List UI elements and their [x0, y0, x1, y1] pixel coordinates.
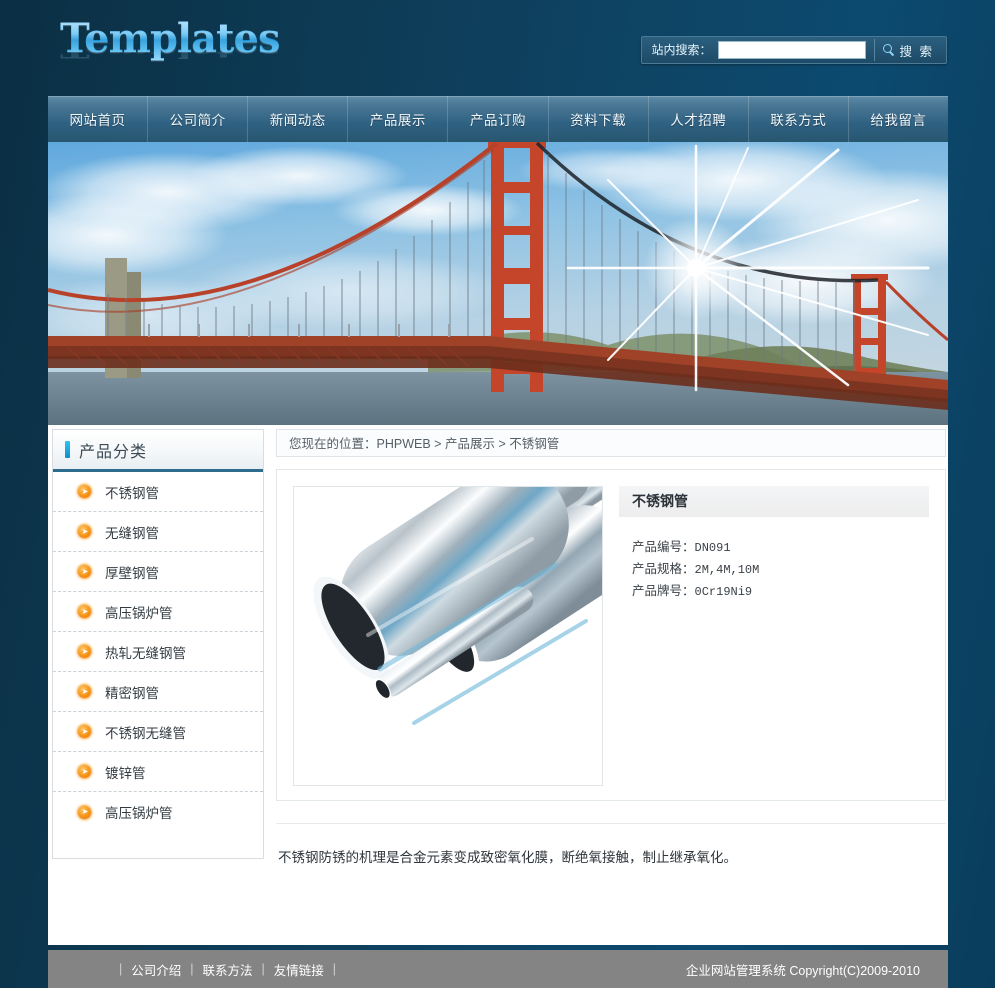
product-field-code-label: 产品编号：: [632, 540, 695, 554]
sidebar-item-thick-wall-pipe[interactable]: ➤ 厚壁钢管: [53, 552, 263, 592]
arrow-bullet-icon: ➤: [75, 562, 94, 581]
nav-item-news[interactable]: 新闻动态: [248, 96, 349, 142]
sidebar-item-label: 高压锅炉管: [105, 605, 173, 621]
sidebar-item-label: 厚壁钢管: [105, 565, 159, 581]
breadcrumb-sep-1: >: [430, 437, 445, 451]
sidebar-item-galvanized-pipe[interactable]: ➤ 镀锌管: [53, 752, 263, 792]
sidebar-item-label: 不锈钢无缝管: [105, 725, 186, 741]
breadcrumb-prefix: 您现在的位置：: [289, 437, 377, 451]
product-title: 不锈钢管: [619, 486, 929, 517]
sidebar-item-label: 镀锌管: [105, 765, 146, 781]
arrow-bullet-icon: ➤: [75, 762, 94, 781]
nav-item-products[interactable]: 产品展示: [348, 96, 449, 142]
arrow-bullet-icon: ➤: [75, 802, 94, 822]
sidebar-item-label: 不锈钢管: [105, 485, 159, 501]
footer-sep-0: |: [119, 962, 123, 976]
footer-link-friendly[interactable]: 友情链接: [274, 960, 324, 979]
sidebar-filler: [53, 832, 263, 858]
sidebar-item-high-pressure-boiler-pipe-2[interactable]: ➤ 高压锅炉管: [53, 792, 263, 832]
product-field-list: 产品编号：DN091 产品规格：2M,4M,10M 产品牌号：0Cr19Ni9: [619, 537, 929, 603]
search-button-label: 搜 索: [899, 44, 934, 59]
footer-sep-3: |: [332, 962, 337, 976]
arrow-bullet-icon: ➤: [75, 642, 94, 661]
search-label: 站内搜索：: [651, 43, 712, 57]
arrow-bullet-icon: ➤: [75, 682, 94, 701]
search-input[interactable]: [717, 41, 866, 59]
nav-item-about[interactable]: 公司简介: [148, 96, 249, 142]
page-root: Templates Templates 站内搜索： 搜 索 网站首页 公司简介 …: [0, 0, 995, 988]
sidebar-item-label: 高压锅炉管: [105, 806, 173, 821]
footer-link-contact[interactable]: 联系方法: [203, 960, 253, 979]
product-field-grade-label: 产品牌号：: [632, 584, 695, 598]
nav-item-message[interactable]: 给我留言: [849, 96, 948, 142]
copyright-text: 企业网站管理系统 Copyright(C)2009-2010: [685, 963, 920, 978]
product-description: 不锈钢防锈的机理是合金元素变成致密氧化膜，断绝氧接触，制止继承氧化。: [278, 850, 737, 865]
arrow-bullet-icon: ➤: [75, 482, 94, 501]
sidebar-item-label: 无缝钢管: [105, 525, 159, 541]
product-category-sidebar: 产品分类 ➤ 不锈钢管 ➤ 无缝钢管 ➤ 厚壁钢管 ➤ 高压锅炉管 ➤ 热轧无缝…: [52, 429, 264, 859]
footer-links: | 公司介绍 | 联系方法 | 友情链接 |: [110, 960, 345, 979]
product-info: 不锈钢管 产品编号：DN091 产品规格：2M,4M,10M 产品牌号：0Cr1…: [619, 486, 929, 603]
footer-sep-2: |: [261, 962, 265, 976]
product-field-spec: 产品规格：2M,4M,10M: [632, 559, 929, 581]
breadcrumb-sep-2: >: [494, 437, 510, 451]
product-field-code: 产品编号：DN091: [632, 537, 929, 559]
footer-sep-1: |: [190, 962, 194, 976]
product-field-spec-value: 2M,4M,10M: [694, 563, 760, 577]
content-area: 产品分类 ➤ 不锈钢管 ➤ 无缝钢管 ➤ 厚壁钢管 ➤ 高压锅炉管 ➤ 热轧无缝…: [48, 425, 948, 945]
product-field-grade: 产品牌号：0Cr19Ni9: [632, 581, 929, 603]
product-detail-card: 不锈钢管 产品编号：DN091 产品规格：2M,4M,10M 产品牌号：0Cr1…: [276, 469, 946, 801]
sidebar-item-seamless-steel-pipe[interactable]: ➤ 无缝钢管: [53, 512, 263, 552]
product-field-spec-label: 产品规格：: [632, 562, 695, 576]
sidebar-item-stainless-steel-pipe[interactable]: ➤ 不锈钢管: [53, 472, 263, 512]
site-footer: | 公司介绍 | 联系方法 | 友情链接 | 企业网站管理系统 Copyrigh…: [48, 950, 948, 988]
product-image: [293, 486, 603, 786]
category-list: ➤ 不锈钢管 ➤ 无缝钢管 ➤ 厚壁钢管 ➤ 高压锅炉管 ➤ 热轧无缝钢管 ➤ …: [53, 472, 263, 832]
nav-item-home[interactable]: 网站首页: [48, 96, 149, 142]
footer-link-about[interactable]: 公司介绍: [131, 960, 181, 979]
search-divider: [873, 39, 875, 61]
site-header: Templates Templates 站内搜索： 搜 索: [0, 0, 995, 95]
breadcrumb: 您现在的位置：PHPWEB > 产品展示 > 不锈钢管: [276, 429, 946, 457]
logo-reflection: Templates: [60, 36, 360, 62]
nav-item-jobs[interactable]: 人才招聘: [649, 96, 749, 142]
accent-bar-icon: [65, 441, 70, 458]
sidebar-item-precision-steel-pipe[interactable]: ➤ 精密钢管: [53, 672, 263, 712]
site-logo[interactable]: Templates Templates: [60, 16, 360, 82]
breadcrumb-root[interactable]: PHPWEB: [377, 437, 431, 451]
nav-item-contact[interactable]: 联系方式: [749, 96, 849, 142]
product-field-grade-value: 0Cr19Ni9: [694, 585, 753, 599]
nav-item-order[interactable]: 产品订购: [448, 96, 549, 142]
breadcrumb-section[interactable]: 产品展示: [445, 437, 495, 451]
arrow-bullet-icon: ➤: [75, 522, 94, 541]
arrow-bullet-icon: ➤: [75, 602, 94, 621]
nav-item-downloads[interactable]: 资料下载: [549, 96, 649, 142]
sidebar-item-label: 精密钢管: [105, 685, 159, 701]
main-navigation: 网站首页 公司简介 新闻动态 产品展示 产品订购 资料下载 人才招聘 联系方式 …: [48, 96, 948, 142]
description-divider: [276, 823, 946, 824]
main-panel: 您现在的位置：PHPWEB > 产品展示 > 不锈钢管 不锈钢管 产品编号：DN…: [276, 429, 946, 945]
sidebar-item-high-pressure-boiler-pipe[interactable]: ➤ 高压锅炉管: [53, 592, 263, 632]
sidebar-item-label: 热轧无缝钢管: [105, 645, 186, 661]
sidebar-header: 产品分类: [53, 430, 263, 472]
arrow-bullet-icon: ➤: [75, 722, 94, 741]
sidebar-title: 产品分类: [79, 443, 148, 461]
hero-banner-image: [48, 140, 948, 425]
breadcrumb-current: 不锈钢管: [509, 437, 560, 451]
sidebar-item-hot-rolled-seamless-pipe[interactable]: ➤ 热轧无缝钢管: [53, 632, 263, 672]
product-field-code-value: DN091: [694, 541, 731, 555]
search-button[interactable]: 搜 索: [881, 37, 946, 63]
sidebar-item-stainless-seamless-pipe[interactable]: ➤ 不锈钢无缝管: [53, 712, 263, 752]
search-icon: [882, 44, 895, 56]
site-search: 站内搜索： 搜 索: [640, 36, 947, 64]
